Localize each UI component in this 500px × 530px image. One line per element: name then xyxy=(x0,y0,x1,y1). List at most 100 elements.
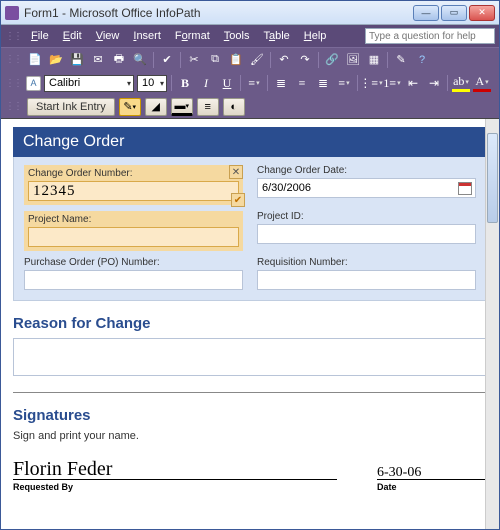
format-painter-icon[interactable]: 🖌 xyxy=(248,51,266,69)
menu-help[interactable]: Help xyxy=(298,28,333,44)
font-color-button[interactable]: A xyxy=(473,74,491,92)
window-title: Form1 - Microsoft Office InfoPath xyxy=(24,6,413,20)
approved-date-signature[interactable] xyxy=(377,514,487,529)
scroll-thumb[interactable] xyxy=(487,133,498,223)
signatures-subtext: Sign and print your name. xyxy=(13,430,487,442)
po-label: Purchase Order (PO) Number: xyxy=(24,257,243,268)
align-center-icon[interactable]: ≡ xyxy=(293,74,311,92)
change-order-date-field: Change Order Date: 6/30/2006 xyxy=(257,165,476,205)
line-spacing-button[interactable]: ≡ xyxy=(335,74,353,92)
menu-table[interactable]: Table xyxy=(257,28,295,44)
order-num-input[interactable]: 12345 xyxy=(28,181,239,201)
vertical-scrollbar[interactable] xyxy=(485,119,499,529)
reason-title: Reason for Change xyxy=(13,315,487,332)
insert-table-icon[interactable]: ▦ xyxy=(365,51,383,69)
project-name-label: Project Name: xyxy=(28,214,239,225)
menu-format[interactable]: Format xyxy=(169,28,216,44)
design-icon[interactable]: ✎ xyxy=(392,51,410,69)
undo-icon[interactable]: ↶ xyxy=(275,51,293,69)
print-icon[interactable]: 🖶 xyxy=(110,51,128,69)
document-area: Change Order ✕ Change Order Number: 1234… xyxy=(1,119,499,529)
align-right-icon[interactable]: ≣ xyxy=(314,74,332,92)
open-icon[interactable]: 📂 xyxy=(47,51,65,69)
project-id-field: Project ID: xyxy=(257,211,476,251)
underline-button[interactable]: U xyxy=(218,74,236,92)
standard-toolbar: ⋮⋮ 📄 📂 💾 ✉ 🖶 🔍 ✔ ✂ ⧉ 📋 🖌 ↶ ↷ 🔗 🖼 ▦ ✎ ? xyxy=(1,47,499,71)
menu-insert[interactable]: Insert xyxy=(127,28,167,44)
new-icon[interactable]: 📄 xyxy=(26,51,44,69)
bold-button[interactable]: B xyxy=(176,74,194,92)
close-button[interactable]: ✕ xyxy=(469,5,495,21)
menu-file[interactable]: File xyxy=(25,28,55,44)
pen-tool-icon[interactable]: ✎▾ xyxy=(119,98,141,116)
date-input[interactable]: 6/30/2006 xyxy=(257,178,476,198)
ink-color-icon[interactable]: ▬▾ xyxy=(171,98,193,116)
requisition-field: Requisition Number: xyxy=(257,257,476,290)
check-icon[interactable]: ✔ xyxy=(231,193,245,207)
requested-by-signature[interactable]: Florin Feder xyxy=(13,456,337,480)
insert-link-icon[interactable]: 🔗 xyxy=(323,51,341,69)
project-id-label: Project ID: xyxy=(257,211,476,222)
help-input[interactable] xyxy=(365,28,495,44)
reason-textarea[interactable] xyxy=(13,338,487,376)
maximize-button[interactable]: ▭ xyxy=(441,5,467,21)
start-ink-button[interactable]: Start Ink Entry xyxy=(27,98,115,116)
italic-button[interactable]: I xyxy=(197,74,215,92)
eraser-tool-icon[interactable]: ◢ xyxy=(145,98,167,116)
form-title: Change Order xyxy=(13,127,487,157)
copy-icon[interactable]: ⧉ xyxy=(206,51,224,69)
order-num-label: Change Order Number: xyxy=(28,168,239,179)
requested-date-label: Date xyxy=(377,482,487,492)
grip-icon: ⋮⋮ xyxy=(5,54,21,65)
save-icon[interactable]: 💾 xyxy=(68,51,86,69)
date-label: Change Order Date: xyxy=(257,165,476,176)
bullets-button[interactable]: ⋮≡ xyxy=(362,74,380,92)
requested-by-label: Requested By xyxy=(13,482,337,492)
spell-icon[interactable]: ✔ xyxy=(158,51,176,69)
cut-icon[interactable]: ✂ xyxy=(185,51,203,69)
numbering-button[interactable]: 1≡ xyxy=(383,74,401,92)
signature-row-requested: Florin Feder Requested By 6-30-06 Date xyxy=(13,456,487,492)
po-input[interactable] xyxy=(24,270,243,290)
app-icon xyxy=(5,6,19,20)
close-icon[interactable]: ✕ xyxy=(229,165,243,179)
preview-icon[interactable]: 🔍 xyxy=(131,51,149,69)
menu-edit[interactable]: Edit xyxy=(57,28,88,44)
signatures-title: Signatures xyxy=(13,407,487,424)
align-left-icon[interactable]: ≣ xyxy=(272,74,290,92)
help-icon[interactable]: ? xyxy=(413,51,431,69)
calendar-icon[interactable] xyxy=(458,182,472,195)
help-search[interactable] xyxy=(365,28,495,44)
paste-icon[interactable]: 📋 xyxy=(227,51,245,69)
req-input[interactable] xyxy=(257,270,476,290)
minimize-button[interactable]: — xyxy=(413,5,439,21)
change-order-number-field: ✕ Change Order Number: 12345 ✔ xyxy=(24,165,243,205)
indent-button[interactable]: ⇥ xyxy=(425,74,443,92)
menu-tools[interactable]: Tools xyxy=(218,28,256,44)
outdent-button[interactable]: ⇤ xyxy=(404,74,422,92)
menu-view[interactable]: View xyxy=(90,28,126,44)
requested-date-signature[interactable]: 6-30-06 xyxy=(377,456,487,480)
align-left-button[interactable]: ≡ xyxy=(245,74,263,92)
style-icon[interactable]: A xyxy=(26,76,41,91)
highlight-button[interactable]: ab xyxy=(452,74,470,92)
app-window: Form1 - Microsoft Office InfoPath — ▭ ✕ … xyxy=(0,0,500,530)
font-name-select[interactable]: Calibri xyxy=(44,75,134,92)
title-bar: Form1 - Microsoft Office InfoPath — ▭ ✕ xyxy=(1,1,499,25)
grip-icon: ⋮⋮ xyxy=(5,101,21,112)
project-name-field: Project Name: xyxy=(24,211,243,251)
po-number-field: Purchase Order (PO) Number: xyxy=(24,257,243,290)
font-size-select[interactable]: 10 xyxy=(137,75,167,92)
approved-by-signature[interactable] xyxy=(13,514,337,529)
ink-clear-icon[interactable]: ◐ xyxy=(223,98,245,116)
grip-icon: ⋮⋮ xyxy=(5,31,21,42)
insert-picture-icon[interactable]: 🖼 xyxy=(344,51,362,69)
project-name-input[interactable] xyxy=(28,227,239,247)
mail-icon[interactable]: ✉ xyxy=(89,51,107,69)
form-header-fields: ✕ Change Order Number: 12345 ✔ Change Or… xyxy=(13,157,487,301)
ink-width-icon[interactable]: ≡ xyxy=(197,98,219,116)
grip-icon: ⋮⋮ xyxy=(5,78,21,89)
project-id-input[interactable] xyxy=(257,224,476,244)
redo-icon[interactable]: ↷ xyxy=(296,51,314,69)
signature-row-approved: Approved By Date xyxy=(13,514,487,529)
